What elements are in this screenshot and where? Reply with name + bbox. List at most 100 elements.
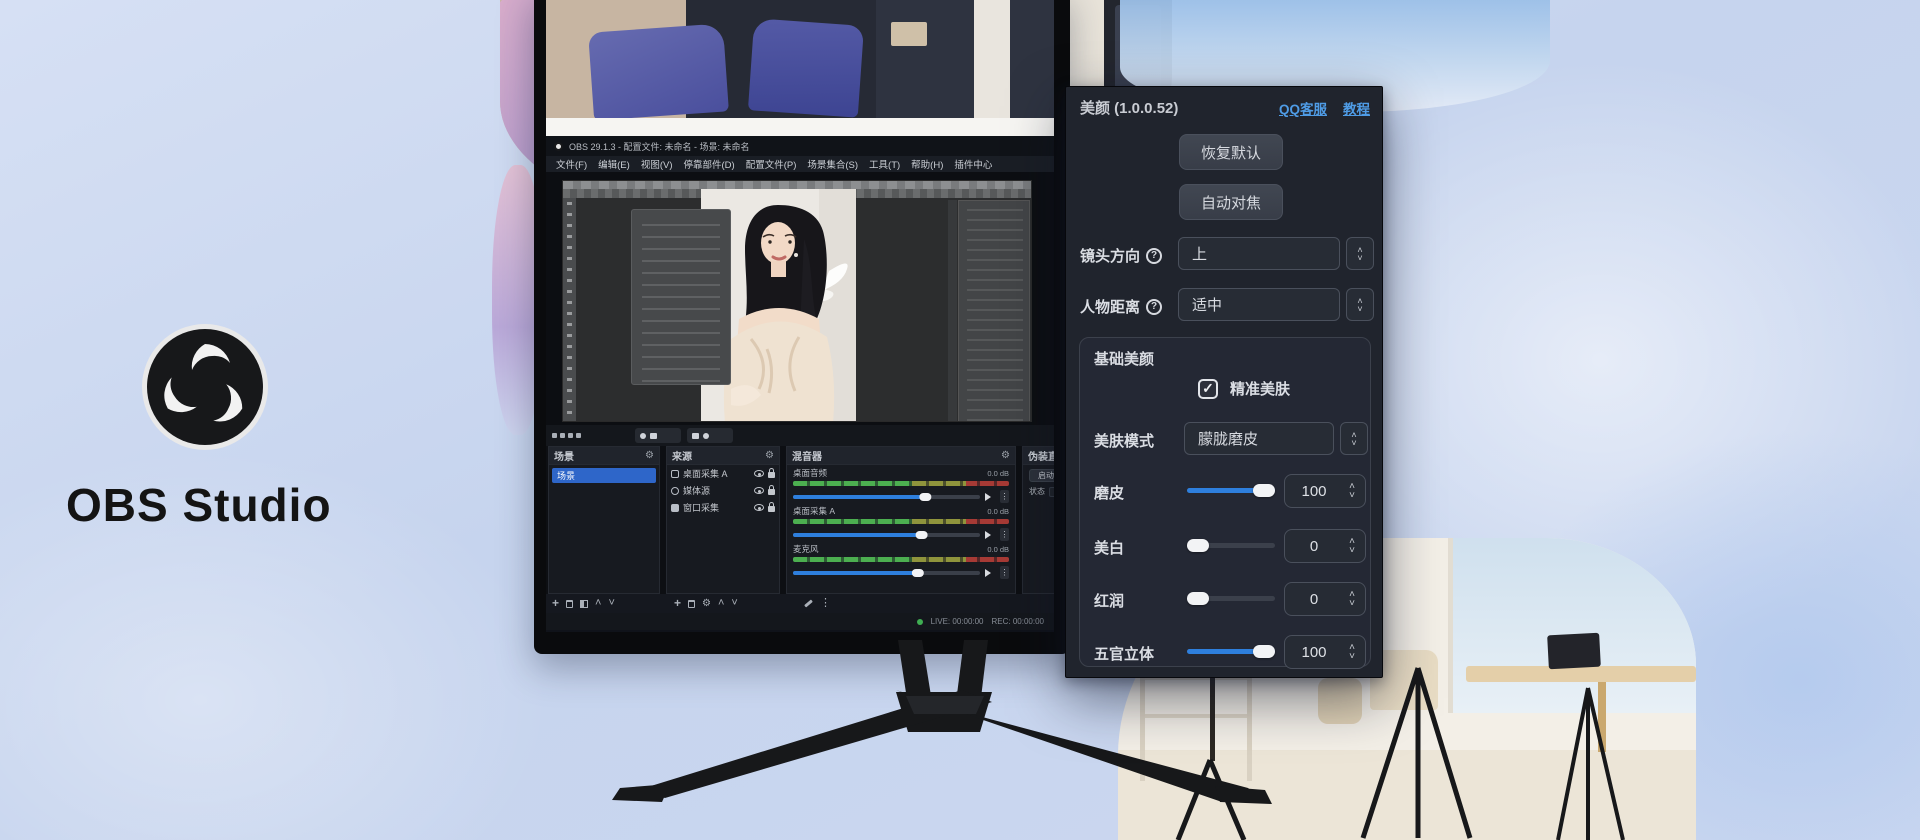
tutorial-link[interactable]: 教程	[1343, 98, 1370, 118]
basic-beauty-group: 基础美颜 ✓ 精准美肤 美肤模式 朦胧磨皮 ˄˅ 磨皮 100 ˄˅	[1079, 337, 1371, 667]
precise-skin-row: ✓ 精准美肤	[1198, 378, 1290, 399]
move-up-icon[interactable]: ˄	[718, 598, 724, 609]
move-up-icon[interactable]: ˄	[595, 598, 601, 609]
gear-icon[interactable]: ⚙	[645, 450, 654, 461]
menu-scene-collection[interactable]: 场景集合(S)	[807, 157, 858, 171]
smooth-slider-handle[interactable]	[1253, 484, 1275, 497]
face3d-slider-handle[interactable]	[1253, 645, 1275, 658]
qq-support-link[interactable]: QQ客服	[1279, 98, 1327, 118]
gear-icon[interactable]: ⚙	[765, 450, 774, 461]
rosy-slider-handle[interactable]	[1187, 592, 1209, 605]
photo-pillar	[974, 0, 1010, 118]
speaker-icon[interactable]	[985, 493, 995, 501]
live-dot-icon	[917, 619, 923, 625]
mixer-edit-icon[interactable]	[804, 599, 813, 607]
smooth-spinbox[interactable]: 100 ˄˅	[1284, 474, 1366, 508]
move-down-icon[interactable]: ˅	[608, 598, 614, 609]
eye-icon[interactable]	[754, 504, 764, 511]
monitor-screen: OBS 29.1.3 - 配置文件: 未命名 - 场景: 未命名 文件(F) 编…	[546, 0, 1054, 632]
camera-direction-label: 镜头方向 ?	[1080, 245, 1162, 266]
restore-defaults-button[interactable]: 恢复默认	[1179, 134, 1283, 170]
lock-icon[interactable]	[768, 506, 775, 512]
preview-tab-1[interactable]	[635, 428, 681, 443]
mixer-channel: 桌面音频0.0 dB ⋮	[787, 465, 1015, 503]
mixer-options-icon[interactable]: ⋮	[820, 598, 831, 609]
photoshop-capture	[562, 180, 1032, 422]
add-scene-icon[interactable]: +	[552, 598, 559, 609]
volume-slider[interactable]	[793, 495, 980, 499]
gear-icon[interactable]: ⚙	[1001, 450, 1010, 461]
side-dock-field[interactable]	[1049, 487, 1054, 497]
help-icon[interactable]: ?	[1146, 248, 1162, 264]
side-dock-button[interactable]: 启动	[1029, 469, 1054, 482]
eye-icon[interactable]	[754, 470, 764, 477]
basic-beauty-title: 基础美颜	[1094, 348, 1154, 369]
camera-direction-spinner[interactable]: ˄˅	[1346, 237, 1374, 270]
add-source-icon[interactable]: +	[674, 598, 681, 609]
preview-mini-icons	[552, 433, 581, 438]
media-source-icon	[671, 487, 679, 495]
window-capture-icon	[671, 504, 679, 512]
smooth-slider[interactable]	[1187, 488, 1275, 493]
rosy-spinbox[interactable]: 0 ˄˅	[1284, 582, 1366, 616]
skin-mode-spinner[interactable]: ˄˅	[1340, 422, 1368, 455]
menu-help[interactable]: 帮助(H)	[911, 157, 943, 171]
remove-source-icon[interactable]	[688, 600, 695, 608]
volume-slider[interactable]	[793, 533, 980, 537]
lock-icon[interactable]	[768, 472, 775, 478]
mixer-dock: 混音器⚙ 桌面音频0.0 dB ⋮	[786, 446, 1016, 594]
move-down-icon[interactable]: ˅	[731, 598, 737, 609]
stage: OBS 29.1.3 - 配置文件: 未命名 - 场景: 未命名 文件(F) 编…	[0, 0, 1920, 840]
autofocus-button[interactable]: 自动对焦	[1179, 184, 1283, 220]
person-distance-spinner[interactable]: ˄˅	[1346, 288, 1374, 321]
speaker-icon[interactable]	[985, 531, 995, 539]
beauty-panel-title: 美颜 (1.0.0.52)	[1080, 97, 1178, 118]
preview-tab-2[interactable]	[687, 428, 733, 443]
volume-handle[interactable]	[919, 493, 931, 501]
menu-view[interactable]: 视图(V)	[641, 157, 673, 171]
person-distance-select[interactable]: 适中	[1178, 288, 1340, 321]
obs-logo	[140, 322, 270, 452]
menu-file[interactable]: 文件(F)	[556, 157, 587, 171]
menu-docks[interactable]: 停靠部件(D)	[683, 157, 734, 171]
channel-options-icon[interactable]: ⋮	[1000, 490, 1009, 503]
wallpaper-room-photo	[546, 0, 1054, 118]
source-properties-icon[interactable]: ⚙	[702, 598, 711, 609]
help-icon[interactable]: ?	[1146, 299, 1162, 315]
volume-slider[interactable]	[793, 571, 980, 575]
rec-time: REC: 00:00:00	[992, 617, 1044, 626]
menu-tools[interactable]: 工具(T)	[869, 157, 900, 171]
whiten-slider[interactable]	[1187, 543, 1275, 548]
ps-icon-strip	[948, 200, 957, 422]
menu-edit[interactable]: 编辑(E)	[598, 157, 630, 171]
rosy-slider[interactable]	[1187, 596, 1275, 601]
channel-options-icon[interactable]: ⋮	[1000, 566, 1009, 579]
eye-icon[interactable]	[754, 487, 764, 494]
lock-icon[interactable]	[768, 489, 775, 495]
whiten-spinbox[interactable]: 0 ˄˅	[1284, 529, 1366, 563]
precise-skin-checkbox[interactable]: ✓	[1198, 379, 1218, 399]
tab-rect-icon	[650, 433, 657, 439]
menu-profile[interactable]: 配置文件(P)	[746, 157, 797, 171]
volume-handle[interactable]	[912, 569, 924, 577]
whiten-slider-handle[interactable]	[1187, 539, 1209, 552]
source-item[interactable]: 媒体源	[667, 482, 779, 499]
wallpaper-white-strip	[546, 118, 1054, 136]
camera-direction-select[interactable]: 上	[1178, 237, 1340, 270]
volume-handle[interactable]	[915, 531, 927, 539]
obs-menu-bar: 文件(F) 编辑(E) 视图(V) 停靠部件(D) 配置文件(P) 场景集合(S…	[546, 156, 1054, 172]
photo-box	[891, 22, 927, 46]
menu-plugin-center[interactable]: 插件中心	[954, 157, 992, 171]
remove-scene-icon[interactable]	[566, 600, 573, 608]
channel-options-icon[interactable]: ⋮	[1000, 528, 1009, 541]
source-item[interactable]: 桌面采集 A	[667, 465, 779, 482]
face3d-slider[interactable]	[1187, 649, 1275, 654]
obs-preview-area	[546, 172, 1054, 425]
scene-item-selected[interactable]: 场景	[552, 468, 656, 483]
source-item[interactable]: 窗口采集	[667, 499, 779, 516]
obs-window-title: OBS 29.1.3 - 配置文件: 未命名 - 场景: 未命名	[569, 140, 750, 153]
face3d-spinbox[interactable]: 100 ˄˅	[1284, 635, 1366, 669]
scene-filters-icon[interactable]	[580, 600, 588, 608]
speaker-icon[interactable]	[985, 569, 995, 577]
skin-mode-select[interactable]: 朦胧磨皮	[1184, 422, 1334, 455]
